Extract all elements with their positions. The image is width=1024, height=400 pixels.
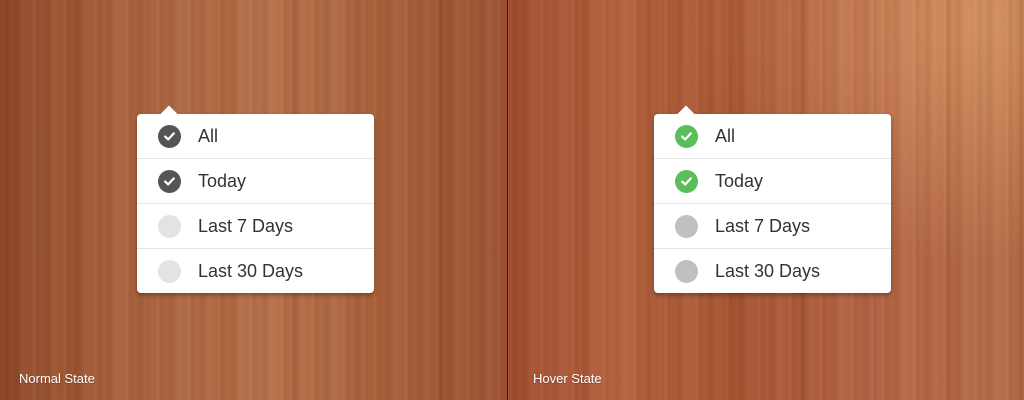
filter-option-last-7-days[interactable]: Last 7 Days	[654, 204, 891, 249]
filter-option-label: Last 7 Days	[715, 215, 811, 236]
filter-option-label: Last 30 Days	[715, 260, 821, 281]
filter-option-last-7-days[interactable]: Last 7 Days	[137, 204, 374, 249]
check-icon	[158, 124, 181, 148]
filter-option-label: All	[715, 125, 736, 146]
filter-option-today[interactable]: Today	[137, 159, 374, 204]
empty-circle-icon	[158, 214, 181, 238]
empty-circle-icon	[675, 214, 698, 238]
empty-circle-icon	[675, 259, 698, 283]
hover-state-panel: All Today Last 7 Days Last 30 Days Hover…	[508, 0, 1024, 400]
filter-option-last-30-days[interactable]: Last 30 Days	[137, 249, 374, 293]
filter-option-label: Today	[715, 170, 764, 191]
showcase-stage: All Today Last 7 Days Last 30 Days Norma…	[0, 0, 1024, 400]
check-icon	[675, 169, 698, 193]
filter-option-label: Today	[198, 170, 247, 191]
filter-option-label: Last 7 Days	[198, 215, 294, 236]
panel-divider	[507, 0, 508, 400]
normal-state-caption: Normal State	[19, 371, 95, 386]
filter-option-last-30-days[interactable]: Last 30 Days	[654, 249, 891, 293]
filter-option-label: All	[198, 125, 219, 146]
check-icon	[158, 169, 181, 193]
check-icon	[675, 124, 698, 148]
empty-circle-icon	[158, 259, 181, 283]
filter-option-all[interactable]: All	[137, 114, 374, 159]
date-filter-dropdown: All Today Last 7 Days Last 30 Days	[654, 105, 891, 293]
hover-state-caption: Hover State	[533, 371, 602, 386]
normal-state-panel: All Today Last 7 Days Last 30 Days Norma…	[0, 0, 507, 400]
filter-option-all[interactable]: All	[654, 114, 891, 159]
date-filter-dropdown: All Today Last 7 Days Last 30 Days	[137, 105, 374, 293]
filter-option-today[interactable]: Today	[654, 159, 891, 204]
filter-option-label: Last 30 Days	[198, 260, 304, 281]
